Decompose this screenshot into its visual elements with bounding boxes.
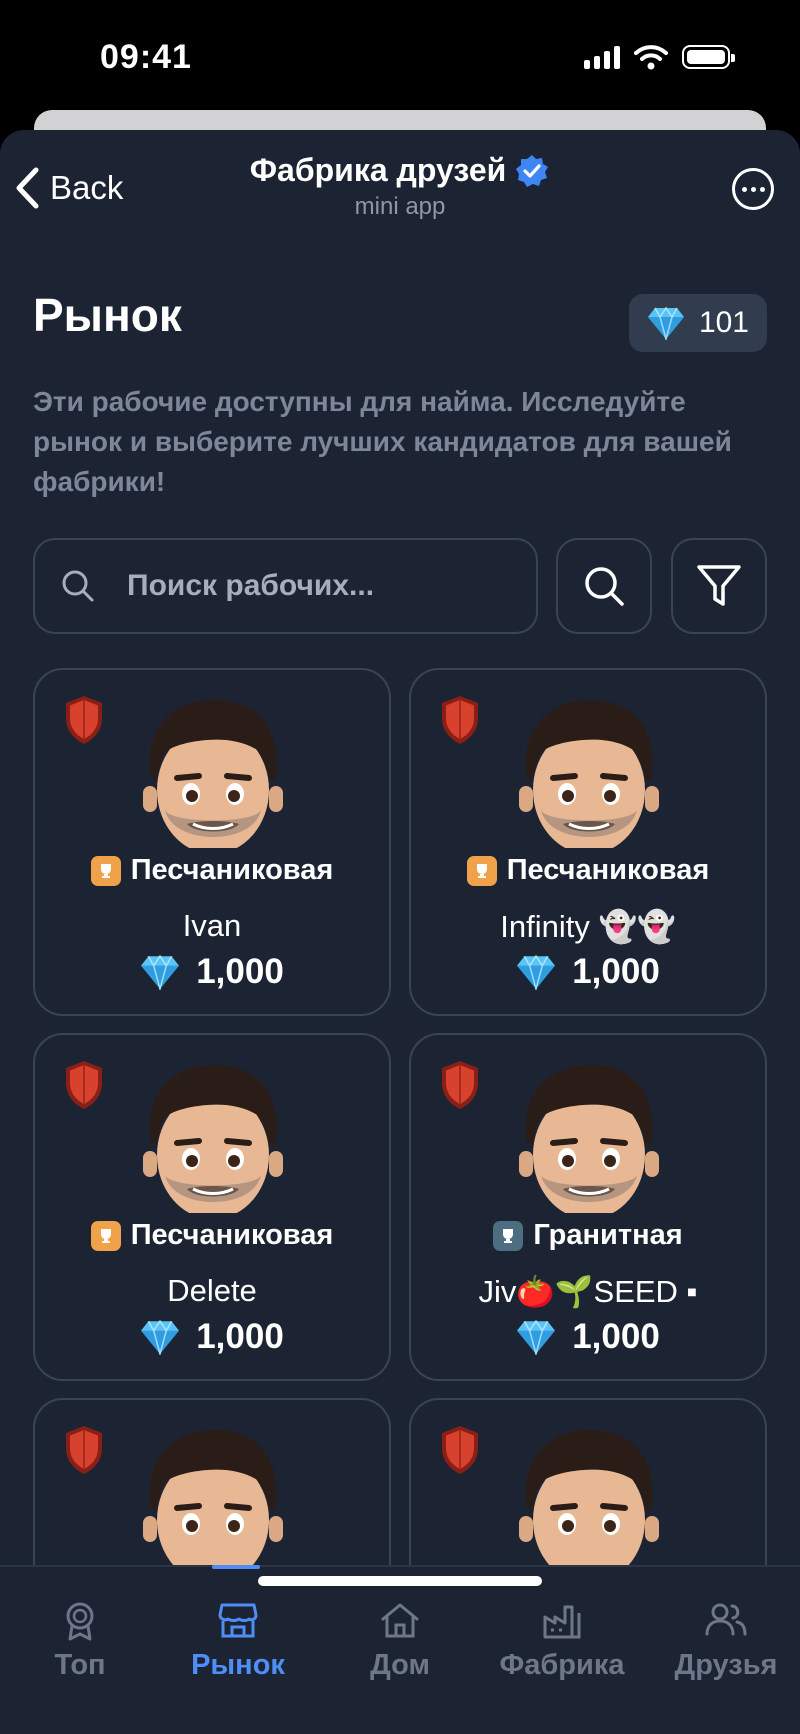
wifi-icon <box>634 45 668 70</box>
diamond-icon <box>517 954 556 990</box>
worker-tier: Песчаниковая <box>35 1219 389 1252</box>
more-options-button[interactable] <box>732 168 774 210</box>
app-title: Фабрика друзей <box>249 152 507 188</box>
avatar <box>143 1430 283 1578</box>
search-button[interactable] <box>556 538 652 634</box>
shield-icon <box>442 1426 478 1474</box>
avatar <box>143 1065 283 1213</box>
worker-name: Delete <box>167 1273 257 1308</box>
status-bar: 09:41 <box>0 0 800 115</box>
worker-tier: Гранитная <box>411 1219 765 1252</box>
filter-icon <box>697 565 741 606</box>
status-icons <box>584 44 735 70</box>
status-time: 09:41 <box>100 38 192 76</box>
app-subtitle: mini app <box>354 193 446 220</box>
worker-price: 1,000 <box>411 952 765 992</box>
tab-label: Друзья <box>674 1649 778 1681</box>
search-icon <box>62 570 94 602</box>
factory-icon <box>543 1605 581 1639</box>
search-icon <box>585 567 624 606</box>
mini-app-panel: Back Фабрика друзей mini app Рынок 101 Э… <box>0 130 800 1734</box>
app-header: Back Фабрика друзей mini app <box>0 130 800 250</box>
worker-name: Ivan <box>182 908 242 943</box>
house-icon <box>381 1603 419 1638</box>
worker-tier: Песчаниковая <box>35 854 389 887</box>
tab-label: Рынок <box>191 1649 285 1681</box>
store-icon <box>218 1603 258 1638</box>
avatar <box>143 700 283 848</box>
shield-icon <box>442 696 478 744</box>
avatar <box>519 700 659 848</box>
balance-value: 101 <box>698 306 749 339</box>
trophy-icon <box>493 1220 524 1251</box>
price-value: 1,000 <box>572 952 660 991</box>
trophy-icon <box>90 1220 121 1251</box>
worker-price: 1,000 <box>411 1317 765 1357</box>
price-value: 1,000 <box>196 952 284 991</box>
tier-label: Песчаниковая <box>130 1219 334 1251</box>
filter-button[interactable] <box>671 538 767 634</box>
bottom-tab-bar: Топ Рынок Дом Фабрика Друзья <box>0 1565 800 1734</box>
shield-icon <box>66 696 102 744</box>
tab-top[interactable]: Топ <box>0 1567 160 1687</box>
signal-icon <box>584 45 620 69</box>
header-title-block: Фабрика друзей mini app <box>0 152 800 221</box>
worker-price: 1,000 <box>35 952 389 992</box>
trophy-icon <box>90 855 121 886</box>
search-input[interactable] <box>125 568 469 604</box>
diamond-icon <box>647 306 684 340</box>
worker-name: Jiv🍅🌱SEED ▪ <box>478 1274 698 1309</box>
page-description: Эти рабочие доступны для найма. Исследуй… <box>33 386 732 497</box>
battery-icon <box>682 45 735 69</box>
tab-label: Фабрика <box>499 1649 625 1681</box>
medal-icon <box>66 1602 94 1641</box>
trophy-icon <box>466 855 497 886</box>
home-indicator <box>258 1576 542 1586</box>
page-title: Рынок <box>33 289 182 341</box>
shield-icon <box>66 1061 102 1109</box>
diamond-icon <box>517 1319 556 1355</box>
worker-name: Infinity 👻👻 <box>500 909 676 944</box>
tier-label: Песчаниковая <box>130 854 334 886</box>
diamond-balance: 101 <box>628 294 767 352</box>
tab-label: Топ <box>54 1649 106 1681</box>
diamond-icon <box>141 954 180 990</box>
friends-icon <box>705 1603 747 1636</box>
search-box[interactable] <box>33 538 538 634</box>
verified-badge-icon <box>516 154 549 187</box>
worker-price: 1,000 <box>35 1317 389 1357</box>
worker-card[interactable]: Песчаниковая Ivan 1,000 <box>33 668 391 1016</box>
tab-friends[interactable]: Друзья <box>646 1567 800 1687</box>
price-value: 1,000 <box>196 1317 284 1356</box>
worker-tier: Песчаниковая <box>411 854 765 887</box>
tier-label: Гранитная <box>533 1219 683 1251</box>
worker-card[interactable]: Песчаниковая Delete 1,000 <box>33 1033 391 1381</box>
shield-icon <box>66 1426 102 1474</box>
diamond-icon <box>141 1319 180 1355</box>
tab-label: Дом <box>370 1649 430 1681</box>
shield-icon <box>442 1061 478 1109</box>
avatar <box>519 1430 659 1578</box>
price-value: 1,000 <box>572 1317 660 1356</box>
worker-card[interactable]: Гранитная Jiv🍅🌱SEED ▪ 1,000 <box>409 1033 767 1381</box>
avatar <box>519 1065 659 1213</box>
tier-label: Песчаниковая <box>506 854 710 886</box>
worker-card[interactable]: Песчаниковая Infinity 👻👻 1,000 <box>409 668 767 1016</box>
